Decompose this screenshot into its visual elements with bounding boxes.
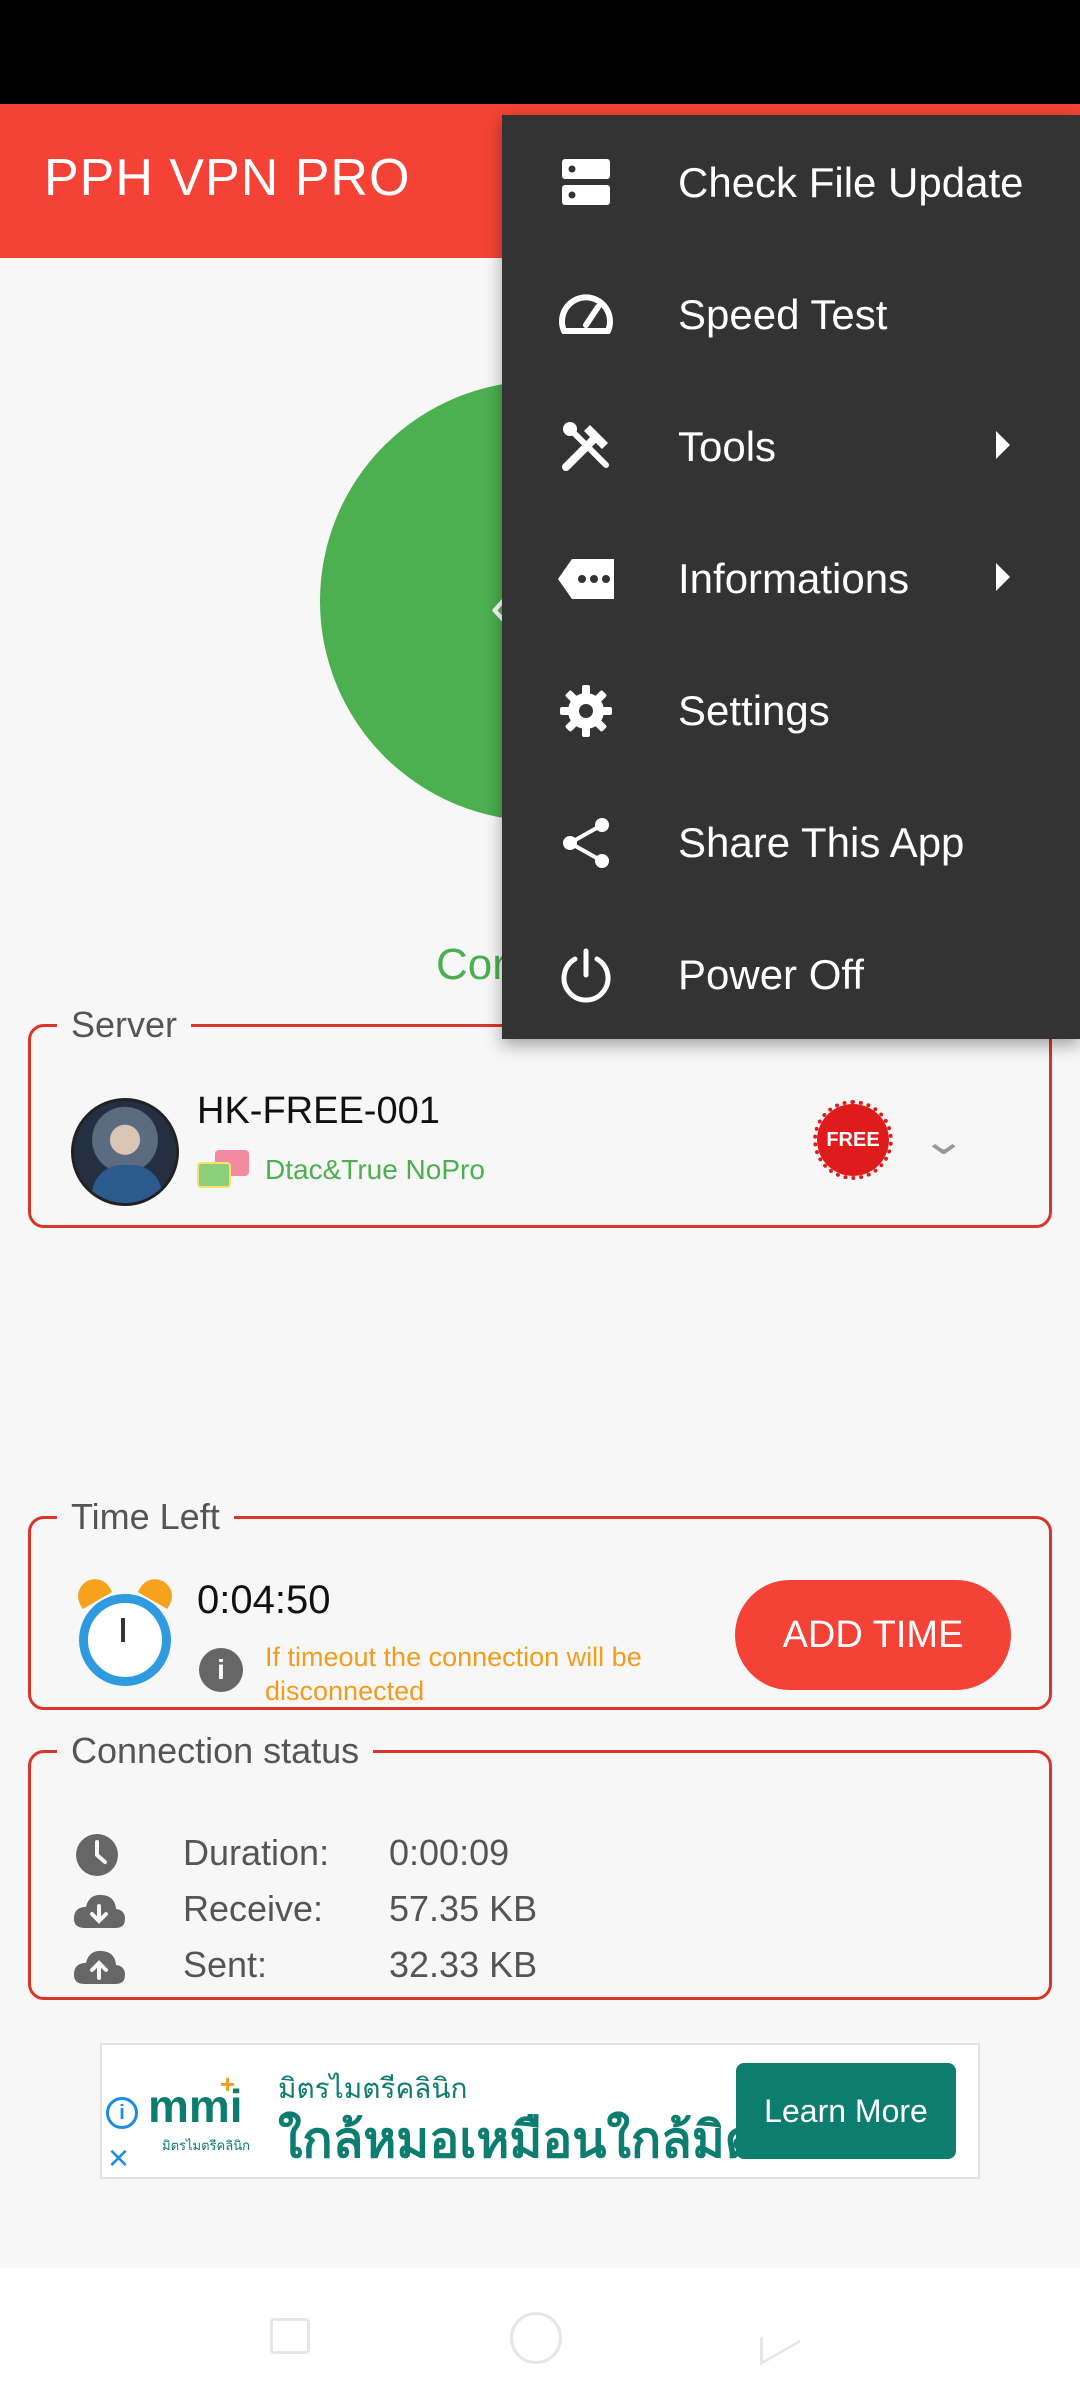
menu-item-power-off[interactable]: Power Off xyxy=(502,907,1080,1039)
menu-label: Power Off xyxy=(678,951,864,998)
alarm-clock-icon xyxy=(71,1572,179,1690)
ad-logo-subtitle: มิตรไมตรีคลินิก xyxy=(162,2138,250,2153)
menu-item-speed-test[interactable]: Speed Test xyxy=(502,247,1080,379)
menu-item-tools[interactable]: Tools xyxy=(502,379,1080,511)
server-legend: Server xyxy=(71,1004,178,1045)
connection-status-card: Connection status Duration: 0:00:09 Rece… xyxy=(28,1730,1052,2000)
sent-value: 32.33 KB xyxy=(389,1944,538,1985)
ad-close-icon[interactable]: × xyxy=(108,2137,129,2179)
share-icon xyxy=(563,818,609,868)
recents-button[interactable] xyxy=(270,2318,310,2354)
menu-label: Informations xyxy=(678,555,910,602)
menu-label: Check File Update xyxy=(678,159,1024,206)
back-button[interactable] xyxy=(760,2314,800,2366)
clock-icon xyxy=(76,1834,118,1876)
home-button[interactable] xyxy=(510,2312,562,2364)
receive-label: Receive: xyxy=(183,1888,324,1929)
menu-label: Settings xyxy=(678,687,830,734)
more-tag-icon xyxy=(558,559,614,599)
system-nav-bar xyxy=(0,2268,1080,2400)
sent-label: Sent: xyxy=(183,1944,268,1985)
chevron-down-icon[interactable]: ⌄ xyxy=(920,1118,967,1164)
cloud-upload-icon xyxy=(73,1950,125,1984)
time-left-card: Time Left 0:04:50 i If timeout the conne… xyxy=(28,1496,1052,1710)
ad-info-icon[interactable]: i xyxy=(106,2097,138,2129)
timeout-note: If timeout the connection will be discon… xyxy=(265,1642,642,1706)
ad-banner[interactable]: i × mmi + มิตรไมตรีคลินิก มิตรไมตรีคลินิ… xyxy=(100,2043,980,2179)
speedometer-icon xyxy=(559,294,613,334)
sim-card-icon xyxy=(197,1150,251,1190)
time-remaining: 0:04:50 xyxy=(197,1578,331,1622)
power-icon xyxy=(561,948,611,1003)
time-left-legend: Time Left xyxy=(71,1496,220,1537)
submenu-arrow-icon xyxy=(996,563,1010,591)
duration-value: 0:00:09 xyxy=(389,1832,510,1873)
sent-row: Sent: 32.33 KB xyxy=(71,1940,971,1994)
tools-icon xyxy=(562,422,609,471)
receive-value: 57.35 KB xyxy=(389,1888,538,1929)
server-name: HK-FREE-001 xyxy=(197,1090,440,1132)
server-network: Dtac&True NoPro xyxy=(265,1154,485,1185)
connection-status-label: Cor xyxy=(436,940,507,989)
ad-tagline: ใกล้หมอเหมือนใกล้มิตร xyxy=(278,2112,738,2168)
server-avatar xyxy=(71,1098,179,1206)
submenu-arrow-icon xyxy=(996,431,1010,459)
menu-item-share-this-app[interactable]: Share This App xyxy=(502,775,1080,907)
duration-row: Duration: 0:00:09 xyxy=(71,1828,971,1882)
menu-item-informations[interactable]: Informations xyxy=(502,511,1080,643)
free-badge: FREE xyxy=(813,1100,893,1180)
menu-label: Speed Test xyxy=(678,291,888,338)
menu-item-check-file-update[interactable]: Check File Update xyxy=(502,115,1080,247)
menu-label: Tools xyxy=(678,423,777,470)
cloud-download-icon xyxy=(73,1894,125,1928)
info-icon: i xyxy=(199,1648,243,1692)
server-icon xyxy=(562,159,610,205)
ad-logo-plus-icon: + xyxy=(220,2069,236,2099)
menu-label: Share This App xyxy=(678,819,965,866)
overflow-menu: Check File Update Speed Test Tools Infor… xyxy=(502,115,1080,1039)
status-bar xyxy=(0,0,1080,104)
connection-status-legend: Connection status xyxy=(71,1730,360,1771)
add-time-button[interactable]: ADD TIME xyxy=(735,1580,1011,1690)
duration-label: Duration: xyxy=(183,1832,330,1873)
menu-item-settings[interactable]: Settings xyxy=(502,643,1080,775)
receive-row: Receive: 57.35 KB xyxy=(71,1884,971,1938)
app-title: PPH VPN PRO xyxy=(44,149,411,207)
ad-learn-more-button[interactable]: Learn More xyxy=(736,2063,956,2159)
gear-icon xyxy=(560,685,612,737)
